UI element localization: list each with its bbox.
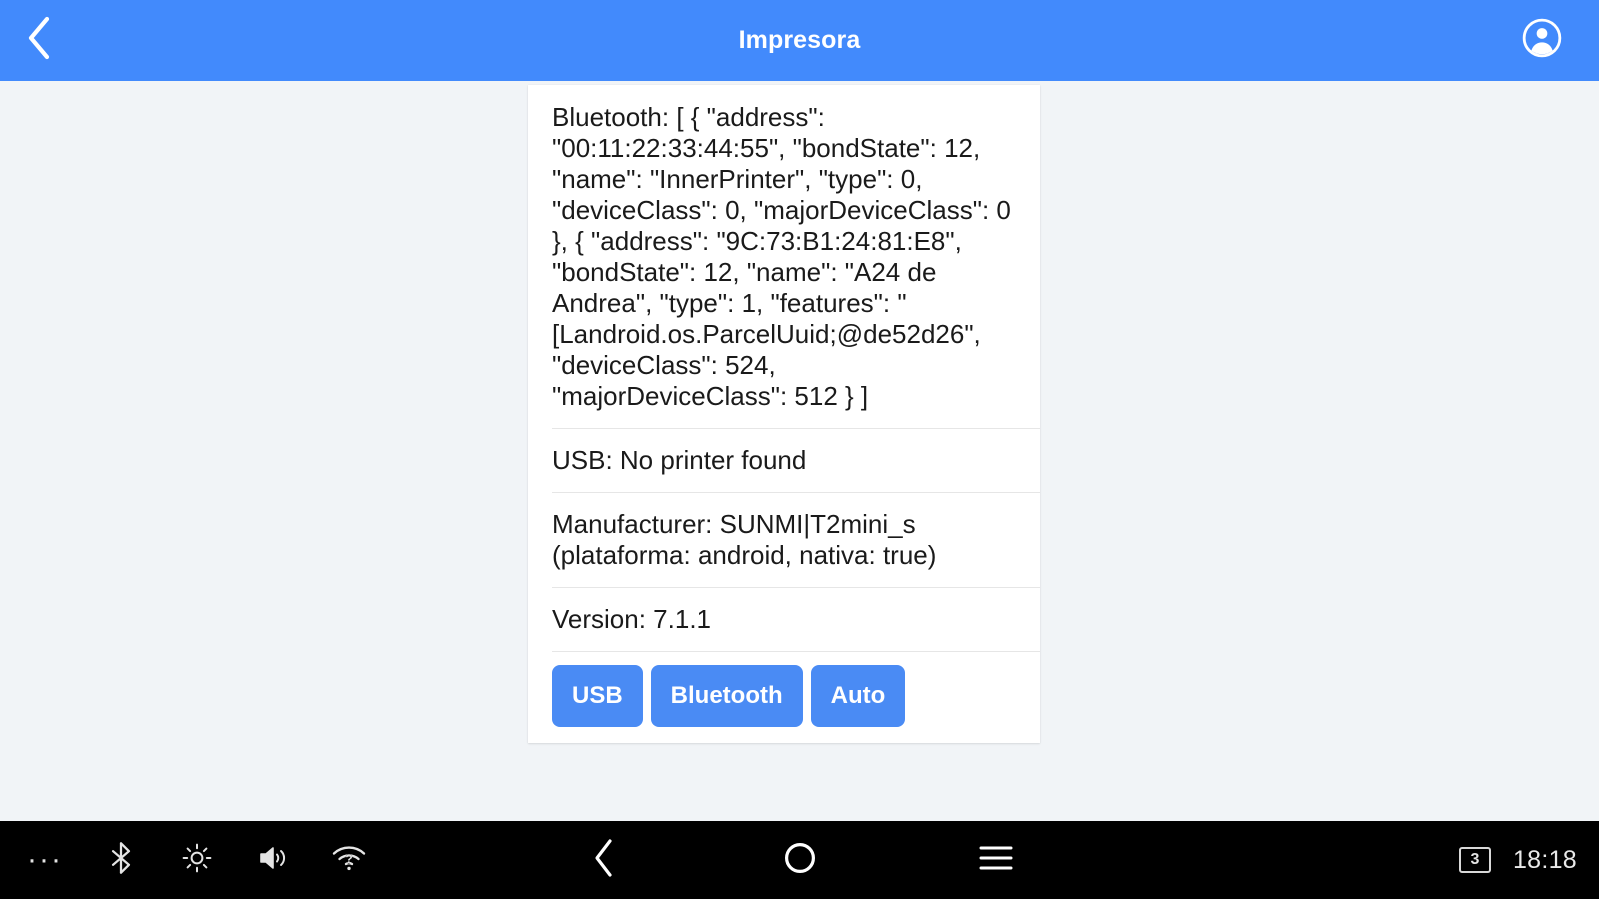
wifi-toggle[interactable]: ? ? [318,821,380,899]
svg-text:?: ? [345,852,352,866]
bluetooth-info-text: Bluetooth: [ { "address": "00:11:22:33:4… [552,102,1019,411]
app-bar: Impresora [0,0,1599,81]
page-title: Impresora [738,26,861,54]
account-button[interactable] [1507,0,1577,81]
list-item-manufacturer-info: Manufacturer: SUNMI|T2mini_s (plataforma… [528,492,1040,587]
auto-button[interactable]: Auto [810,665,906,727]
clock: 18:18 [1512,845,1577,874]
brightness-toggle[interactable] [166,821,228,899]
page-body: Bluetooth: [ { "address": "00:11:22:33:4… [0,81,1599,821]
nav-recents-button[interactable] [961,821,1031,899]
printer-action-buttons: USB Bluetooth Auto [528,651,1040,743]
bluetooth-toggle[interactable] [90,821,152,899]
bluetooth-button[interactable]: Bluetooth [650,665,803,727]
notification-count-badge[interactable]: 3 [1458,847,1491,873]
bluetooth-icon [107,841,135,880]
list-item-bluetooth-info: Bluetooth: [ { "address": "00:11:22:33:4… [528,85,1040,428]
usb-button[interactable]: USB [552,665,643,727]
volume-icon [257,843,289,878]
back-chevron-icon [591,838,617,883]
home-circle-icon [783,841,817,880]
system-tray: ··· ? ? [0,821,380,899]
nav-home-button[interactable] [765,821,835,899]
usb-info-text: USB: No printer found [552,445,807,475]
status-area: 3 18:18 [1458,821,1577,899]
more-button[interactable]: ··· [14,821,76,899]
list-item-version-info: Version: 7.1.1 [528,587,1040,651]
system-navigation-bar: ··· ? ? 3 18:18 [0,821,1599,899]
wifi-no-internet-icon: ? ? [331,844,367,877]
brightness-icon [181,842,213,879]
account-circle-icon [1521,17,1563,64]
manufacturer-info-text: Manufacturer: SUNMI|T2mini_s (plataforma… [552,509,937,570]
device-screen: Impresora Bluetooth: [ { "address": "00:… [0,0,1599,899]
printer-info-card: Bluetooth: [ { "address": "00:11:22:33:4… [528,85,1040,743]
more-icon: ··· [27,843,63,876]
recents-menu-icon [978,844,1014,877]
chevron-left-icon [24,15,54,66]
back-button[interactable] [0,0,78,81]
version-info-text: Version: 7.1.1 [552,604,711,634]
list-item-usb-info: USB: No printer found [528,428,1040,492]
nav-back-button[interactable] [569,821,639,899]
volume-toggle[interactable] [242,821,304,899]
